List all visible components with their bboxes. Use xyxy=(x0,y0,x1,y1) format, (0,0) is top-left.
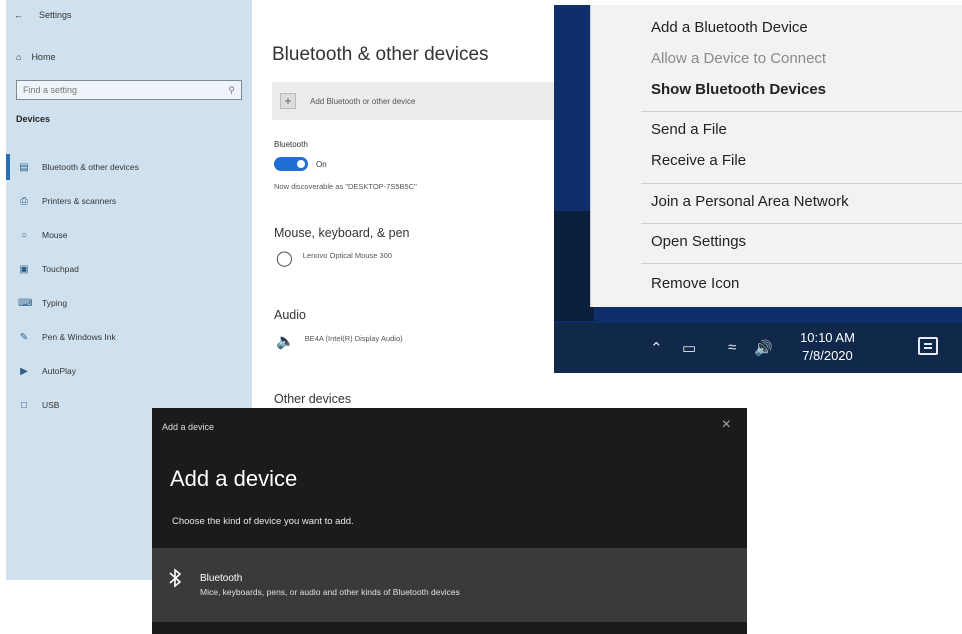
menu-item-send-file[interactable]: Send a File xyxy=(651,121,727,138)
add-bluetooth-device-label: Add Bluetooth or other device xyxy=(310,96,416,106)
settings-title: Settings xyxy=(39,10,72,20)
network-icon[interactable]: ≈ xyxy=(728,339,736,356)
close-icon[interactable]: × xyxy=(722,416,731,434)
menu-separator xyxy=(641,183,962,184)
nav-item-label: Touchpad xyxy=(42,264,79,274)
nav-item-printers[interactable]: ⎙ Printers & scanners xyxy=(6,184,252,218)
nav-home[interactable]: ⌂ Home xyxy=(16,52,55,62)
menu-item-join-pan[interactable]: Join a Personal Area Network xyxy=(651,193,849,210)
nav-item-typing[interactable]: ⌨ Typing xyxy=(6,286,252,320)
nav-item-pen[interactable]: ✎ Pen & Windows Ink xyxy=(6,320,252,354)
other-devices-heading: Other devices xyxy=(274,392,352,406)
bluetooth-icon xyxy=(168,568,182,593)
menu-item-add-bluetooth-device[interactable]: Add a Bluetooth Device xyxy=(651,19,808,36)
nav-item-label: Printers & scanners xyxy=(42,196,117,206)
menu-item-allow-device-connect: Allow a Device to Connect xyxy=(651,50,827,67)
printer-icon: ⎙ xyxy=(20,195,28,207)
bluetooth-option-title: Bluetooth xyxy=(200,573,243,584)
bluetooth-context-menu: Add a Bluetooth Device Allow a Device to… xyxy=(590,5,962,307)
back-arrow-icon[interactable]: ← xyxy=(14,10,23,20)
devices-section-label: Devices xyxy=(16,114,51,124)
bluetooth-option[interactable]: Bluetooth Mice, keyboards, pens, or audi… xyxy=(152,548,747,622)
nav-item-label: AutoPlay xyxy=(42,366,77,376)
add-bluetooth-device-button[interactable]: + Add Bluetooth or other device xyxy=(272,82,566,120)
devices-nav-list: ▤ Bluetooth & other devices ⎙ Printers &… xyxy=(6,150,252,422)
settings-search-input[interactable]: Find a setting ⚲ xyxy=(16,80,242,100)
desktop-background xyxy=(554,211,594,321)
discoverable-text: Now discoverable as "DESKTOP-7S5B5C" xyxy=(274,182,417,191)
clock-date: 7/8/2020 xyxy=(802,348,853,363)
mouse-device-row[interactable]: ◯ Lenovo Optical Mouse 300 xyxy=(276,251,392,266)
dialog-heading: Add a device xyxy=(170,466,298,491)
nav-item-autoplay[interactable]: ▶ AutoPlay xyxy=(6,354,252,388)
mouse-icon: ◯ xyxy=(276,250,293,267)
taskbar: ⌃ ▭ ≈ 🔊 10:10 AM 7/8/2020 xyxy=(554,323,962,373)
nav-item-touchpad[interactable]: ▣ Touchpad xyxy=(6,252,252,286)
menu-separator xyxy=(641,263,962,264)
audio-heading: Audio xyxy=(274,308,306,322)
chevron-up-icon[interactable]: ⌃ xyxy=(650,339,663,357)
bluetooth-toggle-row: On xyxy=(274,157,327,171)
plus-icon: + xyxy=(280,93,296,109)
usb-icon: □ xyxy=(20,399,28,411)
pen-icon: ✎ xyxy=(19,331,29,343)
search-icon: ⚲ xyxy=(228,84,235,95)
volume-icon[interactable]: 🔊 xyxy=(754,339,773,357)
nav-item-label: Typing xyxy=(42,298,68,308)
mouse-keyboard-pen-heading: Mouse, keyboard, & pen xyxy=(274,226,410,240)
audio-device-name: BE4A (Intel(R) Display Audio) xyxy=(304,334,403,343)
autoplay-icon: ▶ xyxy=(20,365,28,377)
audio-device-row[interactable]: 🔈 BE4A (Intel(R) Display Audio) xyxy=(276,334,403,349)
bluetooth-devices-icon: ▤ xyxy=(19,161,29,173)
menu-item-open-settings[interactable]: Open Settings xyxy=(651,233,746,250)
keyboard-icon: ⌨ xyxy=(18,297,33,309)
bluetooth-toggle[interactable] xyxy=(274,157,308,171)
menu-separator xyxy=(641,111,962,112)
nav-item-label: USB xyxy=(42,400,60,410)
menu-separator xyxy=(641,223,962,224)
mouse-icon: ○ xyxy=(20,229,28,241)
menu-item-show-bluetooth-devices[interactable]: Show Bluetooth Devices xyxy=(651,81,826,98)
notification-center-icon[interactable] xyxy=(918,337,938,355)
taskbar-clock[interactable]: 10:10 AM 7/8/2020 xyxy=(800,329,855,365)
nav-item-label: Mouse xyxy=(42,230,68,240)
home-label: Home xyxy=(31,52,56,62)
bluetooth-icon-svg xyxy=(169,568,182,588)
dialog-subtitle: Choose the kind of device you want to ad… xyxy=(172,516,354,527)
dialog-window-title: Add a device xyxy=(162,422,215,432)
bluetooth-option-description: Mice, keyboards, pens, or audio and othe… xyxy=(200,587,460,597)
clock-time: 10:10 AM xyxy=(800,330,855,345)
bluetooth-label: Bluetooth xyxy=(274,140,308,149)
nav-item-label: Bluetooth & other devices xyxy=(42,162,139,172)
menu-item-receive-file[interactable]: Receive a File xyxy=(651,152,746,169)
settings-title-bar: ← Settings xyxy=(14,10,72,20)
mouse-device-name: Lenovo Optical Mouse 300 xyxy=(302,251,393,260)
speaker-icon: 🔈 xyxy=(276,333,295,350)
touchpad-icon: ▣ xyxy=(19,263,29,275)
search-placeholder: Find a setting xyxy=(23,85,78,95)
nav-item-label: Pen & Windows Ink xyxy=(42,332,116,342)
toggle-state: On xyxy=(316,159,327,169)
page-title: Bluetooth & other devices xyxy=(272,44,489,65)
add-device-dialog: Add a device × Add a device Choose the k… xyxy=(152,408,747,634)
home-icon: ⌂ xyxy=(16,52,22,62)
nav-item-bluetooth[interactable]: ▤ Bluetooth & other devices xyxy=(6,150,252,184)
tray-screenshot: Add a Bluetooth Device Allow a Device to… xyxy=(554,5,962,373)
battery-icon[interactable]: ▭ xyxy=(682,339,696,357)
nav-item-mouse[interactable]: ○ Mouse xyxy=(6,218,252,252)
menu-item-remove-icon[interactable]: Remove Icon xyxy=(651,275,739,292)
